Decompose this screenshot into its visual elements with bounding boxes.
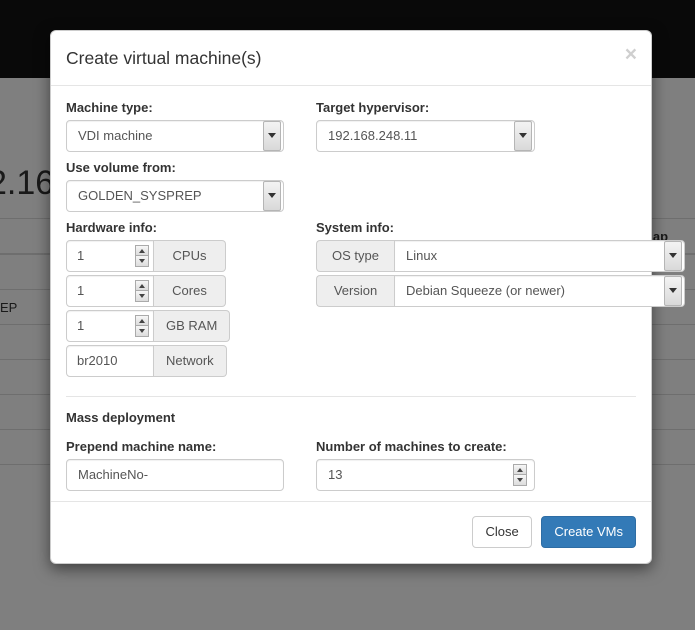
network-addon-label: Network bbox=[154, 344, 227, 377]
cores-addon-label: Cores bbox=[154, 274, 226, 307]
prepend-name-input[interactable]: MachineNo- bbox=[66, 458, 284, 491]
row-machine-target: Machine type: VDI machine Target hypervi… bbox=[66, 100, 636, 152]
cores-input[interactable]: 1 bbox=[66, 274, 154, 307]
target-hypervisor-label: Target hypervisor: bbox=[316, 99, 430, 115]
divider bbox=[66, 395, 636, 397]
ram-stepper[interactable] bbox=[135, 314, 149, 337]
os-type-addon-label: OS type bbox=[316, 239, 394, 272]
system-row-version: Version Debian Squeeze (or newer) bbox=[316, 274, 685, 307]
cpus-value: 1 bbox=[77, 248, 85, 264]
stepper-up-icon[interactable] bbox=[135, 279, 149, 291]
system-row-os-type: OS type Linux bbox=[316, 239, 685, 272]
number-to-create-label: Number of machines to create: bbox=[316, 438, 507, 454]
modal-body: Machine type: VDI machine Target hypervi… bbox=[51, 86, 685, 501]
stepper-up-icon[interactable] bbox=[135, 244, 149, 256]
stepper-down-icon[interactable] bbox=[135, 325, 149, 337]
cores-stepper[interactable] bbox=[135, 279, 149, 302]
cores-value: 1 bbox=[77, 283, 85, 299]
chevron-down-icon[interactable] bbox=[664, 275, 682, 306]
col-target-hypervisor: Target hypervisor: 192.168.248.11 bbox=[316, 100, 636, 152]
col-system-info: System info: OS type Linux Version Debia… bbox=[316, 212, 685, 380]
stepper-up-icon[interactable] bbox=[513, 463, 527, 475]
machine-type-label: Machine type: bbox=[66, 99, 153, 115]
row-mass-deployment: Prepend machine name: MachineNo- Number … bbox=[66, 439, 636, 491]
stepper-down-icon[interactable] bbox=[135, 290, 149, 302]
row-hardware-system: Hardware info: 1 CPUs 1 Cores 1 GB RAM b… bbox=[66, 212, 685, 380]
version-select[interactable]: Debian Squeeze (or newer) bbox=[394, 274, 685, 307]
ram-addon-label: GB RAM bbox=[154, 309, 231, 342]
version-value: Debian Squeeze (or newer) bbox=[406, 283, 565, 299]
use-volume-value: GOLDEN_SYSPREP bbox=[78, 188, 202, 204]
hardware-info-label: Hardware info: bbox=[66, 219, 158, 235]
number-to-create-stepper[interactable] bbox=[513, 463, 527, 486]
network-input[interactable]: br2010 bbox=[66, 344, 154, 377]
col-use-volume: Use volume from: GOLDEN_SYSPREP bbox=[66, 152, 316, 212]
cpus-input[interactable]: 1 bbox=[66, 239, 154, 272]
create-vm-modal: Create virtual machine(s) × Machine type… bbox=[50, 30, 685, 565]
number-to-create-input[interactable]: 13 bbox=[316, 458, 535, 491]
mass-deployment-title: Mass deployment bbox=[66, 409, 176, 425]
stepper-down-icon[interactable] bbox=[135, 255, 149, 267]
close-button[interactable]: Close bbox=[472, 515, 532, 549]
use-volume-select[interactable]: GOLDEN_SYSPREP bbox=[66, 179, 284, 212]
ram-value: 1 bbox=[77, 318, 85, 334]
stepper-up-icon[interactable] bbox=[135, 314, 149, 326]
version-addon-label: Version bbox=[316, 274, 394, 307]
chevron-down-icon[interactable] bbox=[263, 180, 281, 211]
target-hypervisor-select[interactable]: 192.168.248.11 bbox=[316, 119, 535, 152]
machine-type-select[interactable]: VDI machine bbox=[66, 119, 284, 152]
chevron-down-icon[interactable] bbox=[514, 120, 532, 151]
target-hypervisor-value: 192.168.248.11 bbox=[328, 128, 418, 144]
ram-input[interactable]: 1 bbox=[66, 309, 154, 342]
cpus-stepper[interactable] bbox=[135, 244, 149, 267]
modal-header: Create virtual machine(s) × bbox=[51, 31, 651, 86]
create-vms-button[interactable]: Create VMs bbox=[541, 515, 636, 549]
col-number-to-create: Number of machines to create: 13 bbox=[316, 439, 636, 491]
cpus-addon-label: CPUs bbox=[154, 239, 226, 272]
use-volume-label: Use volume from: bbox=[66, 159, 176, 175]
hardware-row-network: br2010 Network bbox=[66, 344, 316, 377]
col-machine-type: Machine type: VDI machine bbox=[66, 100, 316, 152]
col-hardware-info: Hardware info: 1 CPUs 1 Cores 1 GB RAM b… bbox=[66, 212, 316, 380]
prepend-name-label: Prepend machine name: bbox=[66, 438, 217, 454]
col-prepend-name: Prepend machine name: MachineNo- bbox=[66, 439, 316, 491]
hardware-row-cores: 1 Cores bbox=[66, 274, 316, 307]
machine-type-value: VDI machine bbox=[78, 128, 153, 144]
network-value: br2010 bbox=[77, 353, 118, 369]
row-use-volume: Use volume from: GOLDEN_SYSPREP bbox=[66, 152, 636, 212]
stepper-down-icon[interactable] bbox=[513, 474, 527, 486]
system-info-label: System info: bbox=[316, 219, 395, 235]
modal-footer: Close Create VMs bbox=[51, 500, 651, 563]
hardware-row-ram: 1 GB RAM bbox=[66, 309, 316, 342]
close-icon[interactable]: × bbox=[625, 44, 637, 65]
hardware-row-cpus: 1 CPUs bbox=[66, 239, 316, 272]
os-type-select[interactable]: Linux bbox=[394, 239, 685, 272]
os-type-value: Linux bbox=[406, 248, 438, 264]
modal-title: Create virtual machine(s) bbox=[66, 48, 262, 68]
number-to-create-value: 13 bbox=[328, 467, 343, 483]
chevron-down-icon[interactable] bbox=[664, 240, 682, 271]
chevron-down-icon[interactable] bbox=[263, 120, 281, 151]
